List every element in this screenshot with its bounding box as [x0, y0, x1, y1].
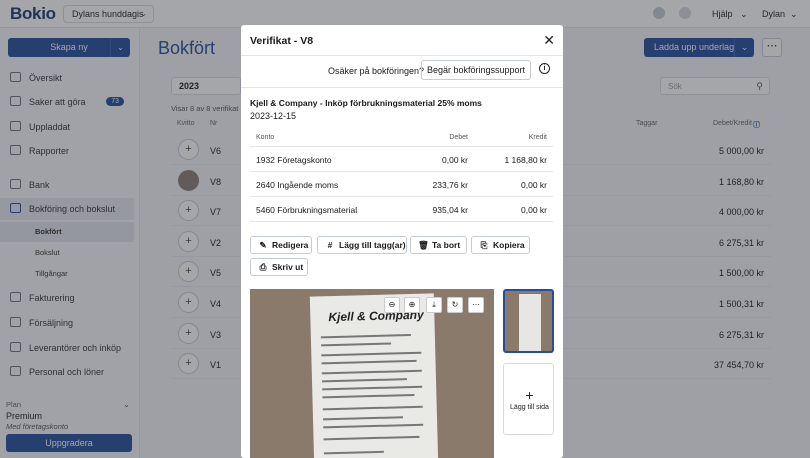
receipt-preview[interactable]: Kjell & Company [250, 289, 494, 458]
receipt-line [321, 369, 422, 375]
hashtag-icon: # [327, 240, 333, 250]
zoom-out-icon[interactable]: ⊖ [384, 297, 400, 313]
modal-title: Verifikat - V8 [250, 35, 314, 47]
receipt-line [323, 435, 420, 441]
add-tag-button[interactable]: # Lägg till tagg(ar) [317, 236, 407, 254]
receipt-line [322, 385, 423, 391]
entries-table-header: Konto Debet Kredit [250, 129, 553, 147]
receipt-line [322, 393, 415, 399]
account-cell: 2640 Ingående moms [256, 180, 339, 190]
debit-cell: 233,76 kr [432, 180, 468, 190]
page-thumbnail[interactable] [503, 289, 554, 353]
table-row: 2640 Ingående moms 233,76 kr 0,00 kr [250, 172, 553, 197]
thumbnail-image [519, 294, 541, 351]
credit-cell: 1 168,80 kr [504, 155, 547, 165]
printer-icon: ⎙ [259, 262, 267, 272]
trash-icon: 🗑 [418, 240, 429, 250]
divider [241, 55, 563, 56]
download-icon[interactable]: ⤓ [426, 297, 442, 313]
copy-button[interactable]: ⎘ Kopiera [471, 236, 530, 254]
more-options-icon[interactable]: ⋯ [468, 297, 484, 313]
credit-cell: 0,00 kr [521, 180, 547, 190]
receipt-line [321, 342, 392, 347]
debit-cell: 935,04 kr [432, 205, 468, 215]
info-icon[interactable]: i [539, 63, 550, 74]
print-button[interactable]: ⎙ Skriv ut [250, 258, 308, 276]
debit-cell: 0,00 kr [442, 155, 468, 165]
receipt-line [323, 423, 424, 429]
print-label: Skriv ut [272, 262, 304, 272]
credit-cell: 0,00 kr [521, 205, 547, 215]
edit-label: Redigera [272, 240, 309, 250]
copy-icon: ⎘ [480, 240, 488, 250]
add-page-label: Lägg till sida [510, 404, 549, 411]
header-konto: Konto [256, 134, 275, 141]
receipt-line [321, 378, 408, 383]
request-support-button[interactable]: Begär bokföringssupport [421, 60, 531, 80]
verification-date: 2023-12-15 [250, 111, 297, 121]
receipt-line [322, 405, 423, 411]
header-debet: Debet [449, 134, 468, 141]
receipt-line [321, 359, 417, 365]
pencil-icon: ✎ [259, 240, 267, 250]
verification-description: Kjell & Company - Inköp förbrukningsmate… [250, 98, 482, 108]
receipt-line [321, 351, 422, 357]
add-page-button[interactable]: + Lägg till sida [503, 363, 554, 435]
receipt-image: Kjell & Company [309, 293, 439, 458]
close-icon[interactable]: ✕ [543, 32, 555, 49]
edit-button[interactable]: ✎ Redigera [250, 236, 312, 254]
support-prompt: Osäker på bokföringen? [328, 66, 425, 76]
header-kredit: Kredit [528, 134, 547, 141]
account-cell: 1932 Företagskonto [256, 155, 332, 165]
verification-modal: Verifikat - V8 ✕ Osäker på bokföringen? … [241, 25, 563, 458]
receipt-line [323, 450, 384, 455]
zoom-in-icon[interactable]: ⊕ [404, 297, 420, 313]
delete-label: Ta bort [432, 240, 461, 250]
receipt-line [322, 416, 404, 421]
account-cell: 5460 Förbrukningsmaterial [256, 205, 358, 215]
add-tag-label: Lägg till tagg(ar) [339, 240, 406, 250]
delete-button[interactable]: 🗑 Ta bort [410, 236, 467, 254]
plus-icon: + [525, 387, 534, 403]
copy-label: Kopiera [493, 240, 525, 250]
rotate-icon[interactable]: ↻ [447, 297, 463, 313]
table-row: 5460 Förbrukningsmaterial 935,04 kr 0,00… [250, 197, 553, 222]
table-row: 1932 Företagskonto 0,00 kr 1 168,80 kr [250, 147, 553, 172]
divider [241, 87, 563, 88]
receipt-line [320, 334, 411, 339]
